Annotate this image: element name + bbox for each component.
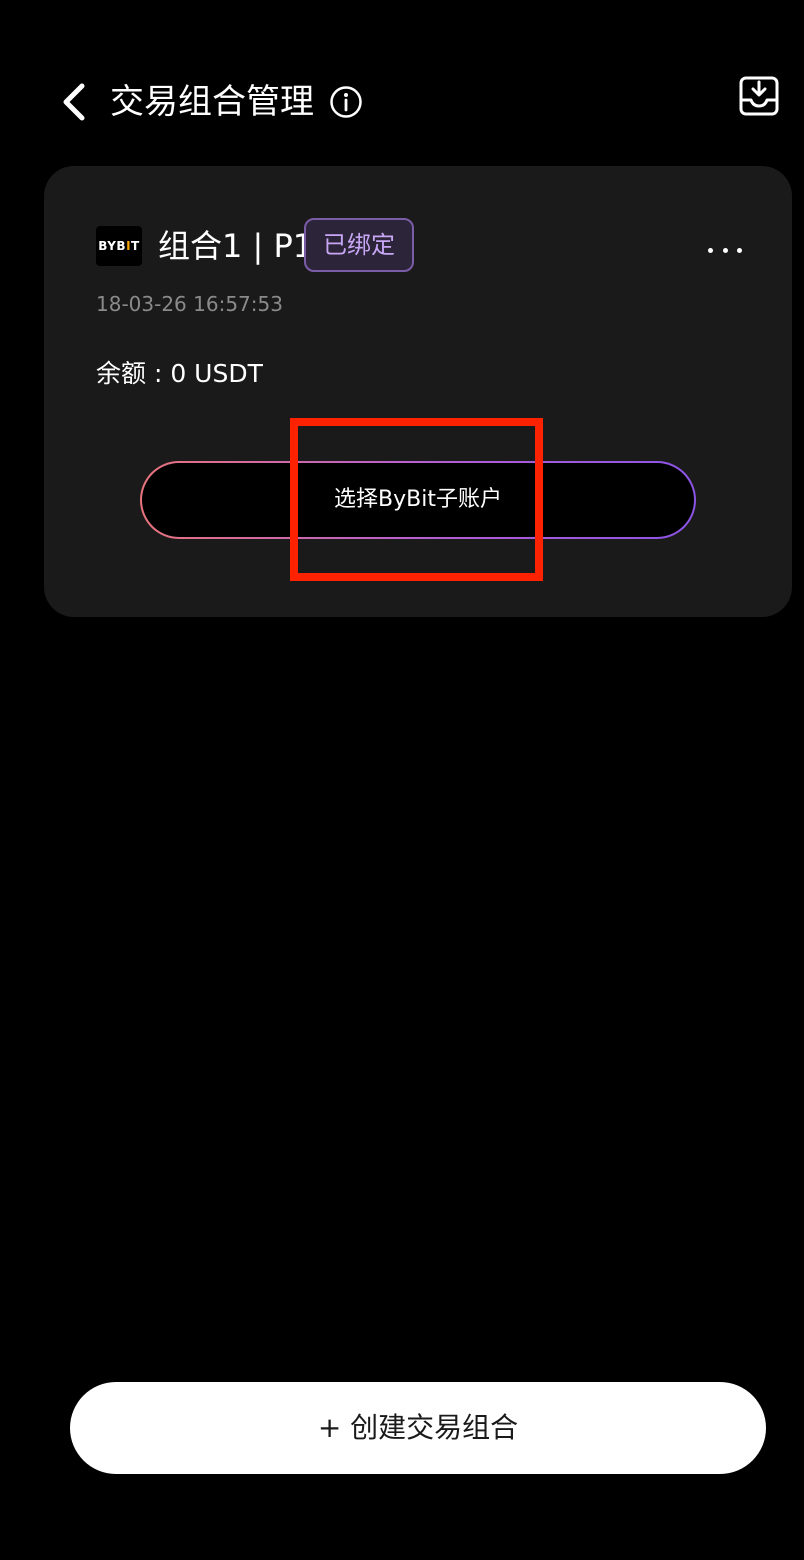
- more-dots-icon: [722, 247, 728, 253]
- chevron-left-icon: [63, 83, 85, 121]
- portfolio-name: 组合1 | P1: [158, 227, 314, 265]
- more-dots-icon: [708, 247, 713, 253]
- select-bybit-subaccount-button[interactable]: 选择ByBit子账户: [140, 461, 696, 539]
- portfolio-timestamp: 18-03-26 16:57:53: [96, 292, 283, 316]
- portfolio-balance: 余额 : 0 USDT: [96, 359, 263, 388]
- bybit-logo: BYB I T: [96, 226, 142, 266]
- screen: 交易组合管理 BYB I T 组合1 | P1 已绑定 18-03-26 16:…: [0, 0, 804, 1560]
- logo-text-prefix: BYB: [98, 239, 127, 253]
- portfolio-card: BYB I T 组合1 | P1 已绑定 18-03-26 16:57:53 余额 …: [44, 166, 792, 617]
- logo-text-suffix: T: [131, 239, 140, 253]
- header-bar: 交易组合管理: [0, 60, 804, 144]
- tray-download-icon: [739, 76, 779, 116]
- export-button[interactable]: [736, 72, 782, 120]
- page-title: 交易组合管理: [110, 82, 314, 122]
- status-badge: 已绑定: [304, 218, 414, 272]
- info-circle-icon: [330, 86, 362, 118]
- more-dots-icon: [737, 247, 742, 253]
- back-button[interactable]: [52, 78, 96, 126]
- create-portfolio-button[interactable]: + 创建交易组合: [70, 1382, 766, 1474]
- more-options-button[interactable]: [708, 240, 742, 260]
- info-button[interactable]: [328, 84, 364, 120]
